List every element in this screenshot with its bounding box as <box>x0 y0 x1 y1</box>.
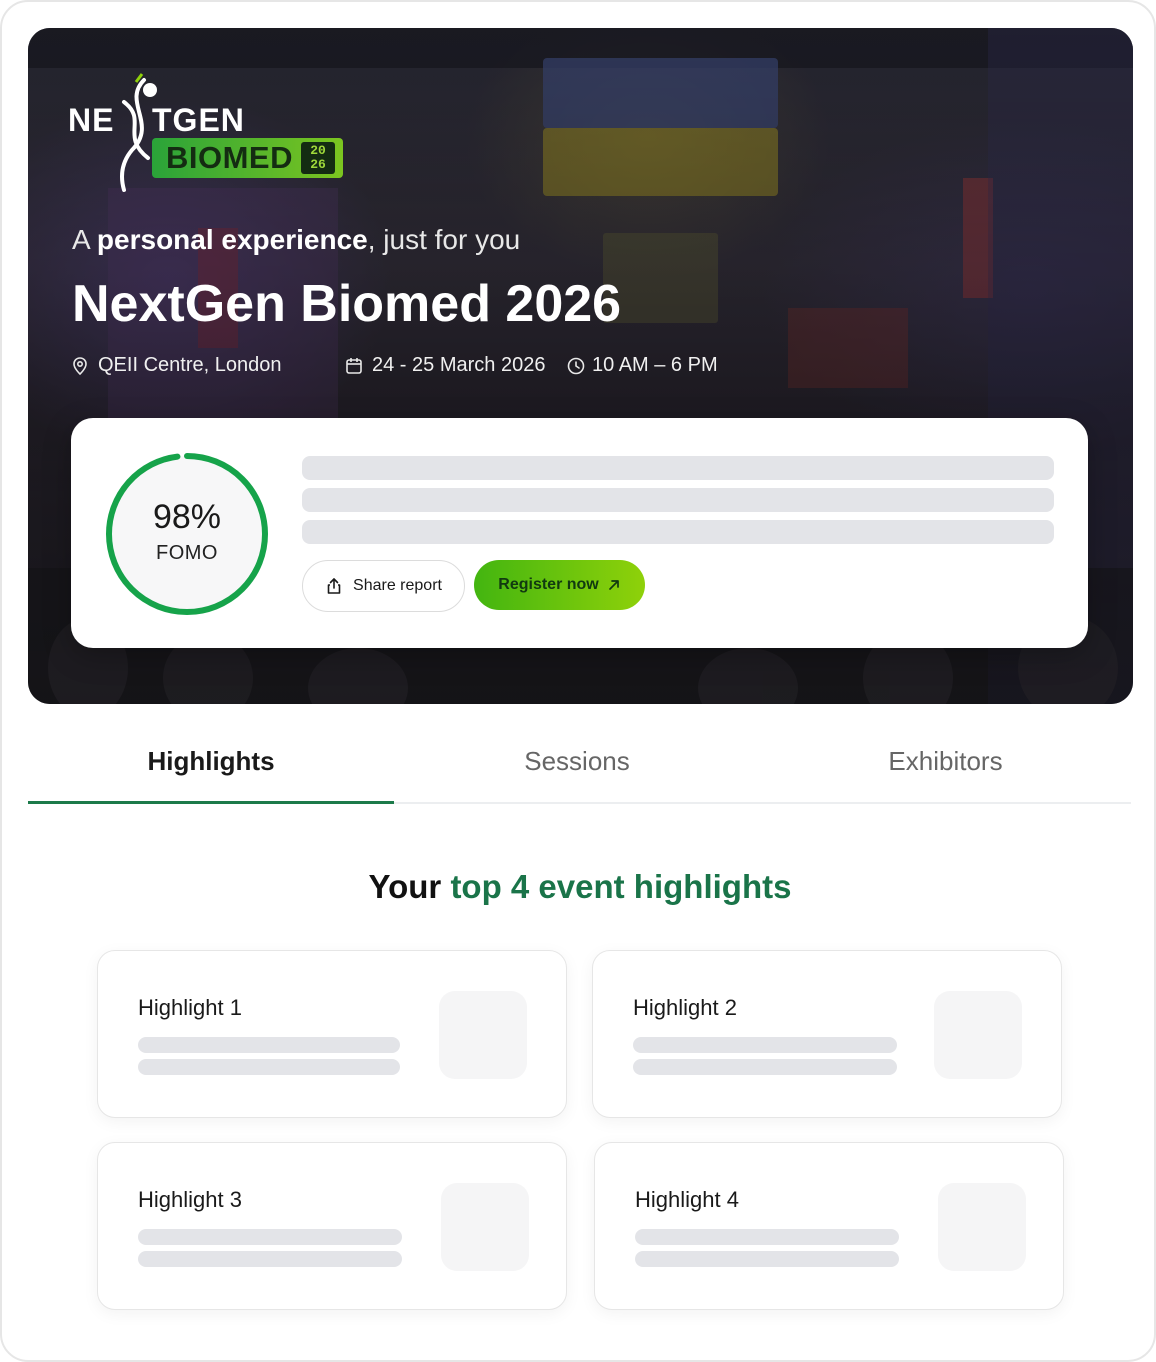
share-icon <box>327 578 341 594</box>
page-frame: NE TGEN BIOMED 20 26 A personal experien… <box>0 0 1156 1362</box>
tab-sessions[interactable]: Sessions <box>394 718 760 804</box>
logo-year-top: 20 <box>310 143 326 158</box>
share-report-label: Share report <box>353 577 442 594</box>
highlight-title: Highlight 3 <box>138 1187 242 1212</box>
tagline-bold: personal experience <box>96 224 368 255</box>
content-tabs: Highlights Sessions Exhibitors <box>28 718 1131 804</box>
highlight-thumbnail <box>441 1183 529 1271</box>
hero-tagline: A personal experience, just for you <box>72 224 520 256</box>
calendar-icon <box>346 357 362 374</box>
highlight-skeleton-line <box>635 1229 899 1245</box>
arrow-up-right-icon <box>608 580 619 590</box>
share-report-button[interactable]: Share report <box>302 560 465 612</box>
active-tab-indicator <box>28 801 394 804</box>
map-pin-icon <box>73 356 87 375</box>
highlight-thumbnail <box>439 991 527 1079</box>
fomo-gauge: 98% FOMO <box>103 450 271 618</box>
highlight-card[interactable]: Highlight 4 <box>594 1142 1064 1310</box>
logo-year-bottom: 26 <box>310 157 326 172</box>
report-skeleton-line <box>302 520 1054 544</box>
register-now-label: Register now <box>498 576 599 593</box>
tagline-suffix: , just for you <box>367 224 521 255</box>
highlight-skeleton-line <box>633 1037 897 1053</box>
highlight-card[interactable]: Highlight 2 <box>592 950 1062 1118</box>
highlight-thumbnail <box>934 991 1022 1079</box>
tab-highlights[interactable]: Highlights <box>28 718 394 804</box>
event-location: QEII Centre, London <box>70 354 281 377</box>
report-skeleton-line <box>302 488 1054 512</box>
event-dates: 24 - 25 March 2026 <box>344 354 545 377</box>
highlight-skeleton-line <box>138 1059 400 1075</box>
tagline-prefix: A <box>72 224 97 255</box>
highlight-skeleton-line <box>138 1251 402 1267</box>
register-now-button[interactable]: Register now <box>474 560 645 610</box>
time-text: 10 AM – 6 PM <box>592 354 718 376</box>
highlight-title: Highlight 4 <box>635 1187 739 1212</box>
highlight-skeleton-line <box>138 1229 402 1245</box>
highlight-skeleton-line <box>633 1059 897 1075</box>
highlight-card[interactable]: Highlight 3 <box>97 1142 567 1310</box>
highlight-skeleton-line <box>138 1037 400 1053</box>
highlight-thumbnail <box>938 1183 1026 1271</box>
fomo-label: FOMO <box>156 542 218 564</box>
highlight-title: Highlight 1 <box>138 995 242 1020</box>
logo-biomed-text: BIOMED <box>166 140 293 175</box>
highlights-heading-accent: top 4 event highlights <box>450 868 792 905</box>
highlight-skeleton-line <box>635 1251 899 1267</box>
event-time: 10 AM – 6 PM <box>566 354 718 377</box>
logo-ne-text: NE <box>68 102 115 138</box>
highlight-title: Highlight 2 <box>633 995 737 1020</box>
dates-text: 24 - 25 March 2026 <box>372 354 546 376</box>
logo-tgen-text: TGEN <box>152 102 245 138</box>
fomo-percent: 98% <box>152 498 222 536</box>
clock-icon <box>567 357 585 374</box>
highlights-heading-prefix: Your <box>368 868 451 905</box>
logo-year-badge: 20 26 <box>301 142 335 174</box>
event-title: NextGen Biomed 2026 <box>72 275 622 333</box>
tab-exhibitors[interactable]: Exhibitors <box>760 718 1131 804</box>
logo-biomed-badge: BIOMED 20 26 <box>152 138 343 178</box>
fomo-report-card: 98% FOMO Share report Register now <box>71 418 1088 648</box>
report-skeleton-line <box>302 456 1054 480</box>
highlight-card[interactable]: Highlight 1 <box>97 950 567 1118</box>
event-logo: NE TGEN BIOMED 20 26 <box>68 68 368 192</box>
location-text: QEII Centre, London <box>98 354 282 376</box>
highlights-heading: Your top 4 event highlights <box>2 868 1154 906</box>
